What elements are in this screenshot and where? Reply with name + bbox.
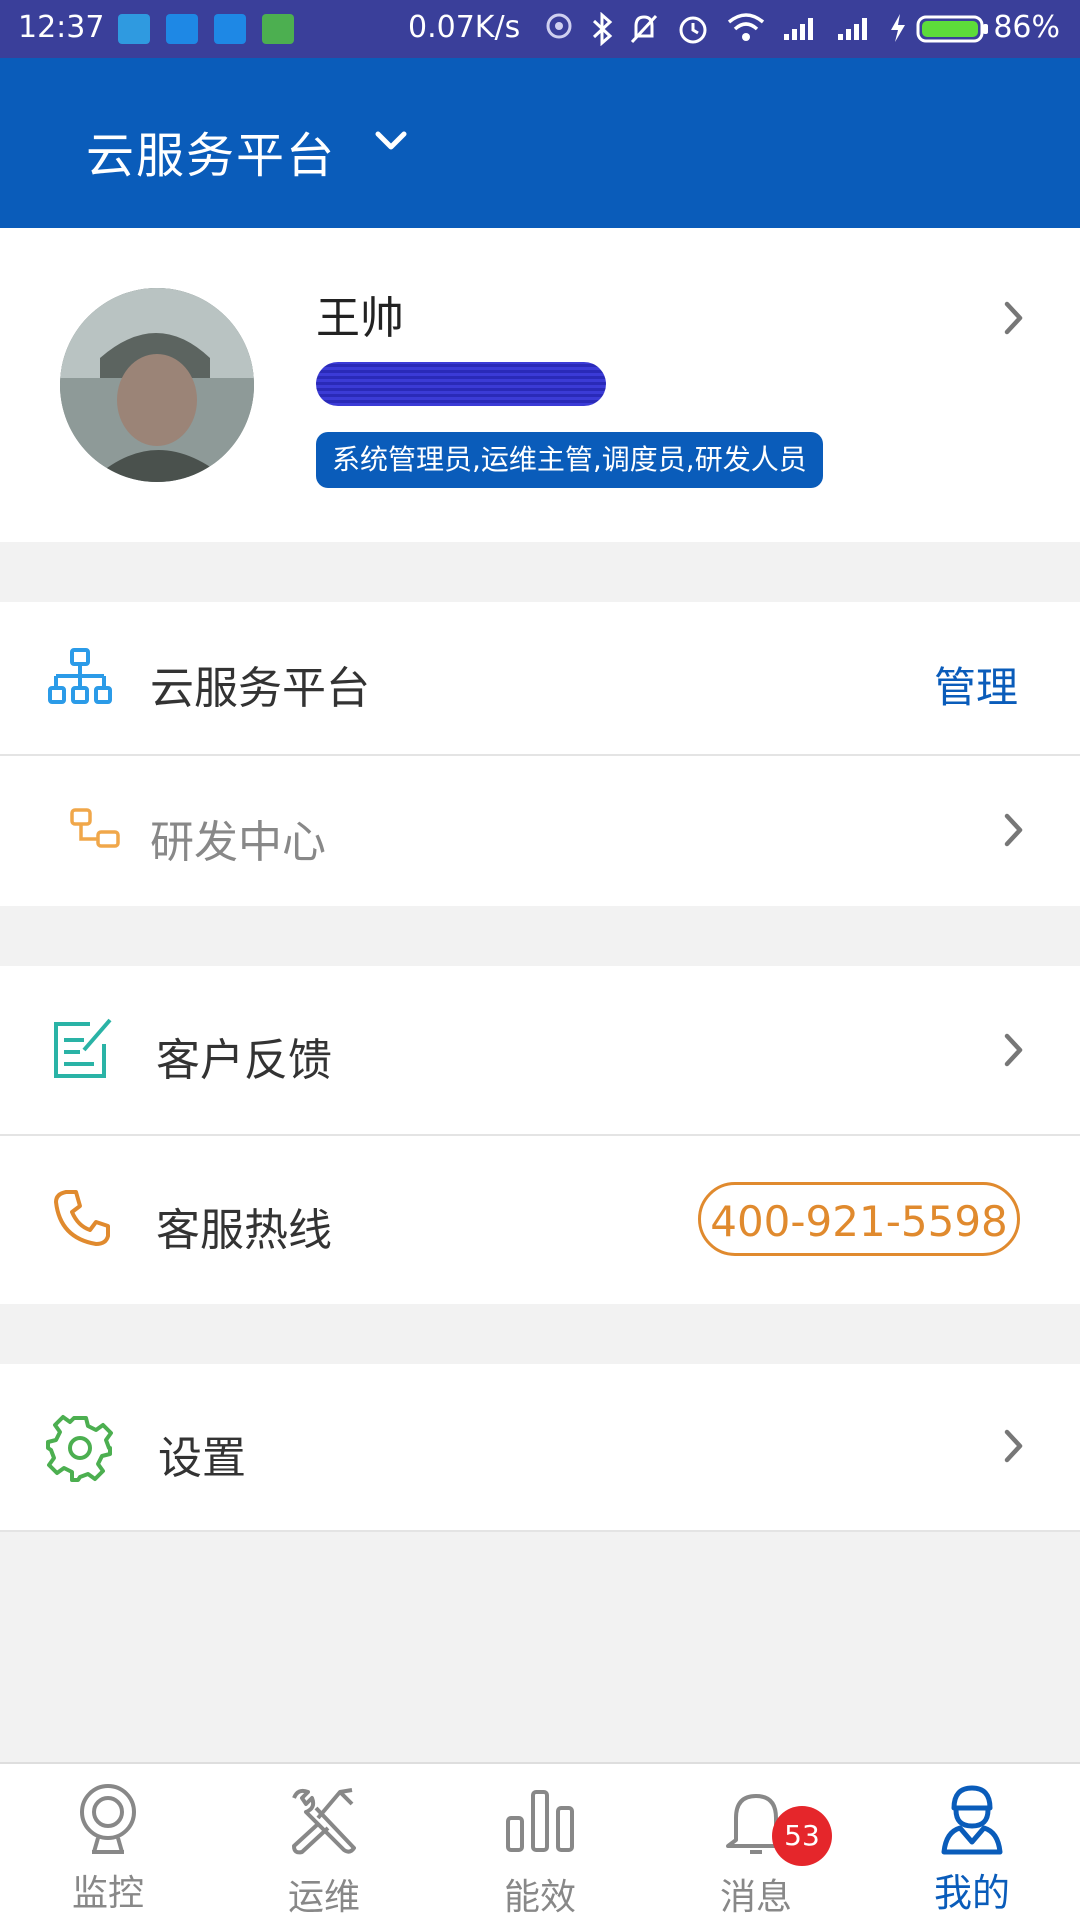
usb-icon	[118, 14, 150, 44]
redacted-account-id	[316, 362, 606, 406]
bluetooth-icon	[592, 12, 613, 46]
chevron-right-icon[interactable]	[1000, 1030, 1028, 1070]
signal-icon-2	[838, 18, 867, 40]
charging-icon	[891, 14, 905, 42]
chevron-right-icon[interactable]	[1000, 810, 1028, 850]
tab-messages[interactable]: 消息	[648, 1764, 864, 1922]
tab-label: 我的	[933, 1871, 1010, 1915]
hotspot-icon	[546, 13, 572, 39]
org-center-label: 研发中心	[150, 817, 326, 868]
camera-icon	[80, 1784, 136, 1854]
avatar-photo	[60, 288, 254, 482]
tab-label: 监控	[71, 1873, 144, 1914]
avatar[interactable]	[60, 288, 254, 482]
hotline-number-button[interactable]: 400-921-5598	[698, 1182, 1020, 1256]
app-notification-icon	[166, 14, 198, 44]
chevron-down-icon[interactable]	[370, 120, 412, 162]
wifi-icon	[727, 13, 765, 41]
sub-org-icon	[70, 808, 120, 848]
org-tree-icon	[48, 648, 112, 704]
battery-percent: 86%	[993, 10, 1060, 45]
message-count-badge: 53	[772, 1806, 832, 1866]
hotline-label: 客服热线	[156, 1205, 332, 1256]
top-app-bar: 云服务平台	[0, 58, 1080, 228]
app-notification-icon-2	[214, 14, 246, 44]
android-icon	[262, 14, 294, 44]
tab-mine[interactable]: 我的	[864, 1764, 1080, 1922]
platform-switcher-title[interactable]: 云服务平台	[86, 116, 336, 186]
edit-note-icon	[54, 1018, 112, 1078]
mute-bell-icon	[630, 14, 658, 44]
hotline-row[interactable]: 客服热线 400-921-5598	[0, 1136, 1080, 1304]
user-roles-badge: 系统管理员,运维主管,调度员,研发人员	[316, 432, 823, 488]
user-name: 王帅	[316, 293, 404, 344]
profile-card[interactable]: 王帅 系统管理员,运维主管,调度员,研发人员	[0, 228, 1080, 542]
signal-icon-1	[784, 18, 813, 40]
settings-label: 设置	[158, 1433, 246, 1484]
gear-icon	[46, 1415, 113, 1482]
tab-label: 运维	[287, 1877, 360, 1918]
chevron-right-icon[interactable]	[1000, 298, 1028, 338]
feedback-label: 客户反馈	[156, 1035, 332, 1086]
alarm-icon	[679, 16, 707, 44]
feedback-row[interactable]: 客户反馈	[0, 966, 1080, 1134]
tab-label: 消息	[719, 1877, 792, 1918]
manage-button[interactable]: 管理	[934, 654, 1018, 715]
bottom-tab-bar: 监控 运维 能效 消息 我的	[0, 1762, 1080, 1922]
tools-icon	[292, 1788, 356, 1855]
status-bar: 12:37 0.07K/s 86%	[0, 0, 1080, 58]
chevron-right-icon[interactable]	[1000, 1426, 1028, 1466]
divider	[0, 1530, 1080, 1532]
bar-chart-icon	[506, 1790, 574, 1852]
org-platform-row[interactable]: 云服务平台 管理	[0, 602, 1080, 754]
status-time: 12:37	[18, 10, 105, 45]
user-icon	[941, 1785, 1003, 1855]
tab-monitor[interactable]: 监控	[0, 1764, 216, 1922]
settings-row[interactable]: 设置	[0, 1364, 1080, 1530]
network-speed: 0.07K/s	[408, 10, 521, 45]
org-center-row[interactable]: 研发中心	[0, 756, 1080, 906]
org-platform-label: 云服务平台	[150, 663, 370, 714]
battery-icon	[916, 15, 988, 43]
tab-label: 能效	[503, 1877, 576, 1918]
tab-maintenance[interactable]: 运维	[216, 1764, 432, 1922]
phone-icon	[54, 1190, 110, 1246]
tab-energy[interactable]: 能效	[432, 1764, 648, 1922]
